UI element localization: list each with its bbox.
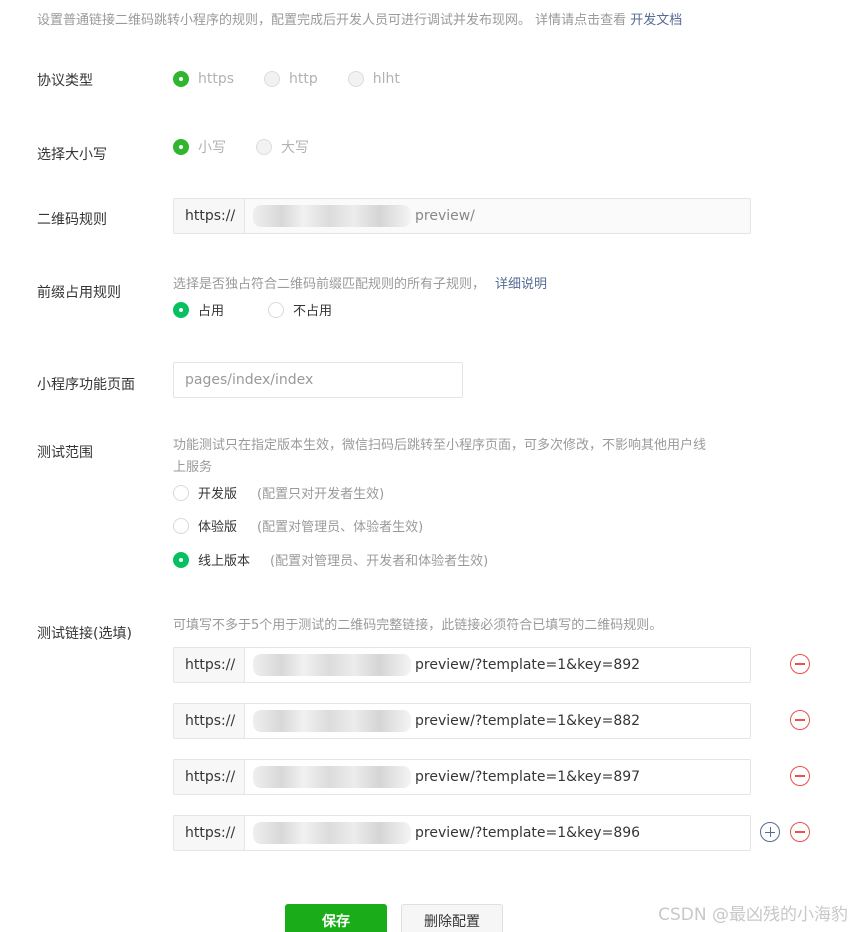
scope-option-note: (配置对管理员、体验者生效) [257,520,424,535]
scope-help-line1: 功能测试只在指定版本生效，微信扫码后跳转至小程序页面，可多次修改，不影响其他用户… [173,438,707,453]
watermark: CSDN @最凶残的小海豹 [658,905,848,925]
test-link-value[interactable]: preview/?template=1&key=892 [245,648,750,682]
test-link-prefix: https:// [174,760,245,794]
scope-label: 测试范围 [37,445,93,461]
case-option-lower[interactable]: 小写 [173,137,226,157]
save-button[interactable]: 保存 [285,904,387,932]
scope-help-line2: 上服务 [173,460,213,475]
prefix-rule-help: 选择是否独占符合二维码前缀匹配规则的所有子规则， 详细说明 [173,274,547,296]
scope-option-label: 体验版 [198,520,238,535]
protocol-radio-group: https http hlht [173,71,428,87]
prefix-option-not-occupy[interactable]: 不占用 [268,300,332,319]
page-label: 小程序功能页面 [37,377,135,393]
radio-unchecked-icon [173,484,189,501]
remove-link-4-icon[interactable] [790,822,810,842]
scope-option-release[interactable]: 线上版本 (配置对管理员、开发者和体验者生效) [173,550,488,569]
intro-description: 设置普通链接二维码跳转小程序的规则，配置完成后开发人员可进行调试并发布现网。 详… [37,13,627,28]
protocol-option-hlht[interactable]: hlht [347,71,400,87]
radio-checked-icon [173,139,189,155]
test-link-suffix: preview/?template=1&key=892 [415,657,641,673]
prefix-rule-radio-group: 占用 不占用 [173,300,360,319]
protocol-option-label: http [289,71,318,87]
prefix-rule-help-text: 选择是否独占符合二维码前缀匹配规则的所有子规则， [173,277,486,292]
case-option-label: 小写 [198,140,226,156]
qr-rule-label: 二维码规则 [37,212,107,228]
page-path-input[interactable] [173,362,463,398]
intro-text: 设置普通链接二维码跳转小程序的规则，配置完成后开发人员可进行调试并发布现网。 详… [37,9,682,28]
test-link-prefix: https:// [174,648,245,682]
test-link-prefix: https:// [174,704,245,738]
radio-unchecked-icon [173,517,189,534]
dev-docs-link[interactable]: 开发文档 [630,13,682,28]
redacted-domain [253,710,411,732]
prefix-option-label: 占用 [198,304,225,319]
test-link-field-4[interactable]: https:// preview/?template=1&key=896 [173,815,751,851]
test-link-suffix: preview/?template=1&key=896 [415,825,641,841]
remove-link-3-icon[interactable] [790,766,810,786]
radio-unchecked-icon [264,71,281,87]
redacted-domain [253,766,411,788]
redacted-domain [253,654,411,676]
scope-option-note: (配置对管理员、开发者和体验者生效) [270,554,489,569]
test-link-prefix: https:// [174,816,245,850]
radio-unchecked-icon [256,139,272,155]
prefix-option-occupy[interactable]: 占用 [173,300,224,319]
scope-option-label: 开发版 [198,487,238,502]
case-label: 选择大小写 [37,147,107,163]
test-link-field-1[interactable]: https:// preview/?template=1&key=892 [173,647,751,683]
case-radio-group: 小写 大写 [173,137,337,157]
prefix-option-label: 不占用 [293,304,333,319]
test-link-value[interactable]: preview/?template=1&key=896 [245,816,750,850]
scope-option-trial[interactable]: 体验版 (配置对管理员、体验者生效) [173,516,423,535]
test-link-suffix: preview/?template=1&key=897 [415,769,641,785]
redacted-domain [253,205,411,227]
delete-config-button[interactable]: 删除配置 [401,904,503,932]
test-links-help: 可填写不多于5个用于测试的二维码完整链接，此链接必须符合已填写的二维码规则。 [173,618,663,633]
radio-checked-icon [173,301,189,318]
protocol-label: 协议类型 [37,73,93,89]
radio-checked-icon [173,551,189,568]
add-link-icon[interactable] [760,822,780,842]
radio-unchecked-icon [347,71,364,87]
details-link[interactable]: 详细说明 [495,277,547,292]
test-link-field-2[interactable]: https:// preview/?template=1&key=882 [173,703,751,739]
test-links-label: 测试链接(选填) [37,626,132,642]
scope-option-label: 线上版本 [198,554,251,569]
protocol-option-http[interactable]: http [264,71,318,87]
case-option-label: 大写 [281,140,309,156]
protocol-option-https[interactable]: https [173,71,234,87]
prefix-rule-label: 前缀占用规则 [37,285,121,301]
radio-checked-icon [173,71,189,87]
radio-unchecked-icon [268,301,285,318]
remove-link-1-icon[interactable] [790,654,810,674]
scope-option-dev[interactable]: 开发版 (配置只对开发者生效) [173,483,384,502]
qr-rule-suffix: preview/ [415,208,475,224]
qr-rule-field: https:// preview/ [173,198,751,234]
protocol-option-label: hlht [372,71,400,87]
case-option-upper[interactable]: 大写 [256,137,309,157]
qr-rule-prefix: https:// [174,199,245,233]
remove-link-2-icon[interactable] [790,710,810,730]
test-link-field-3[interactable]: https:// preview/?template=1&key=897 [173,759,751,795]
test-link-value[interactable]: preview/?template=1&key=882 [245,704,750,738]
test-link-value[interactable]: preview/?template=1&key=897 [245,760,750,794]
protocol-option-label: https [198,71,235,87]
scope-help: 功能测试只在指定版本生效，微信扫码后跳转至小程序页面，可多次修改，不影响其他用户… [173,435,753,479]
redacted-domain [253,822,411,844]
test-link-suffix: preview/?template=1&key=882 [415,713,641,729]
qr-rule-value: preview/ [245,199,750,233]
scope-option-note: (配置只对开发者生效) [257,487,385,502]
